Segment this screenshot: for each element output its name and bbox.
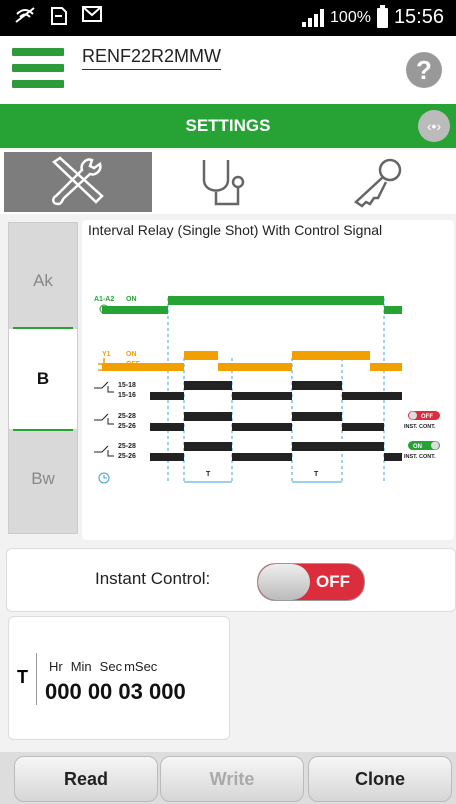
timer-card[interactable]: T Hr Min Sec mSec 000 00 03 000 xyxy=(8,616,230,740)
toggle-knob xyxy=(258,564,310,600)
timer-value[interactable]: 000 00 03 000 xyxy=(45,679,186,705)
signal-off-icon xyxy=(14,6,36,31)
timing-diagram-card: Interval Relay (Single Shot) With Contro… xyxy=(82,220,454,540)
svg-text:25-28: 25-28 xyxy=(118,443,136,450)
svg-text:25-26: 25-26 xyxy=(118,423,136,430)
clone-button[interactable]: Clone xyxy=(308,756,452,802)
a1a2-on-label: ON xyxy=(126,296,137,303)
battery-icon xyxy=(376,4,388,28)
mode-tabs: Ak B Bw xyxy=(8,222,78,534)
key-icon[interactable] xyxy=(304,152,452,212)
svg-text:INST. CONT.: INST. CONT. xyxy=(404,424,436,430)
svg-text:T: T xyxy=(314,471,319,478)
timer-name: T xyxy=(17,667,28,687)
tab-ak[interactable]: Ak xyxy=(9,231,77,331)
svg-text:15-16: 15-16 xyxy=(118,392,136,399)
clock: 15:56 xyxy=(393,6,444,28)
signal-strength-icon xyxy=(302,8,325,27)
action-bar: Read Write Clone xyxy=(0,752,456,804)
menu-icon[interactable] xyxy=(12,48,64,92)
svg-text:25-26: 25-26 xyxy=(118,453,136,460)
svg-text:INST. CONT.: INST. CONT. xyxy=(404,454,436,460)
tab-bw[interactable]: Bw xyxy=(9,429,77,529)
settings-tools-icon[interactable] xyxy=(4,152,152,212)
instant-control-label: Instant Control: xyxy=(95,569,211,588)
svg-text:25-28: 25-28 xyxy=(118,413,136,420)
stethoscope-icon[interactable] xyxy=(154,152,302,212)
svg-text:15-18: 15-18 xyxy=(118,382,136,389)
instant-control-row: Instant Control: OFF xyxy=(6,548,456,612)
status-bar: 100% 15:56 xyxy=(0,0,456,36)
tab-b[interactable]: B xyxy=(9,329,77,429)
toggle-state: OFF xyxy=(316,572,350,591)
no-sim-icon xyxy=(50,6,68,31)
y1-label: Y1 xyxy=(102,351,111,358)
y1-on-label: ON xyxy=(126,351,137,358)
help-icon[interactable]: ? xyxy=(406,52,442,88)
read-button[interactable]: Read xyxy=(14,756,158,802)
navigate-icon[interactable]: ‹•› xyxy=(418,110,450,142)
device-name[interactable]: RENF22R2MMW xyxy=(82,46,222,70)
svg-text:OFF: OFF xyxy=(421,414,433,420)
app-header: RENF22R2MMW ? xyxy=(0,36,456,104)
instant-control-toggle[interactable]: OFF xyxy=(257,563,365,601)
tool-tabs xyxy=(0,150,456,214)
mail-icon xyxy=(82,6,102,31)
settings-bar: SETTINGS ‹•› xyxy=(0,104,456,148)
timing-diagram: A1-A2 ON OFF Y1 ON OFF 15-18 15-16 25-28… xyxy=(94,296,440,484)
a1a2-label: A1-A2 xyxy=(94,296,114,303)
timer-units: Hr Min Sec mSec xyxy=(49,659,158,674)
battery-percent: 100% xyxy=(330,8,371,26)
write-button[interactable]: Write xyxy=(160,756,304,802)
svg-text:ON: ON xyxy=(413,444,422,450)
settings-title: SETTINGS xyxy=(185,116,271,135)
svg-text:T: T xyxy=(206,471,211,478)
